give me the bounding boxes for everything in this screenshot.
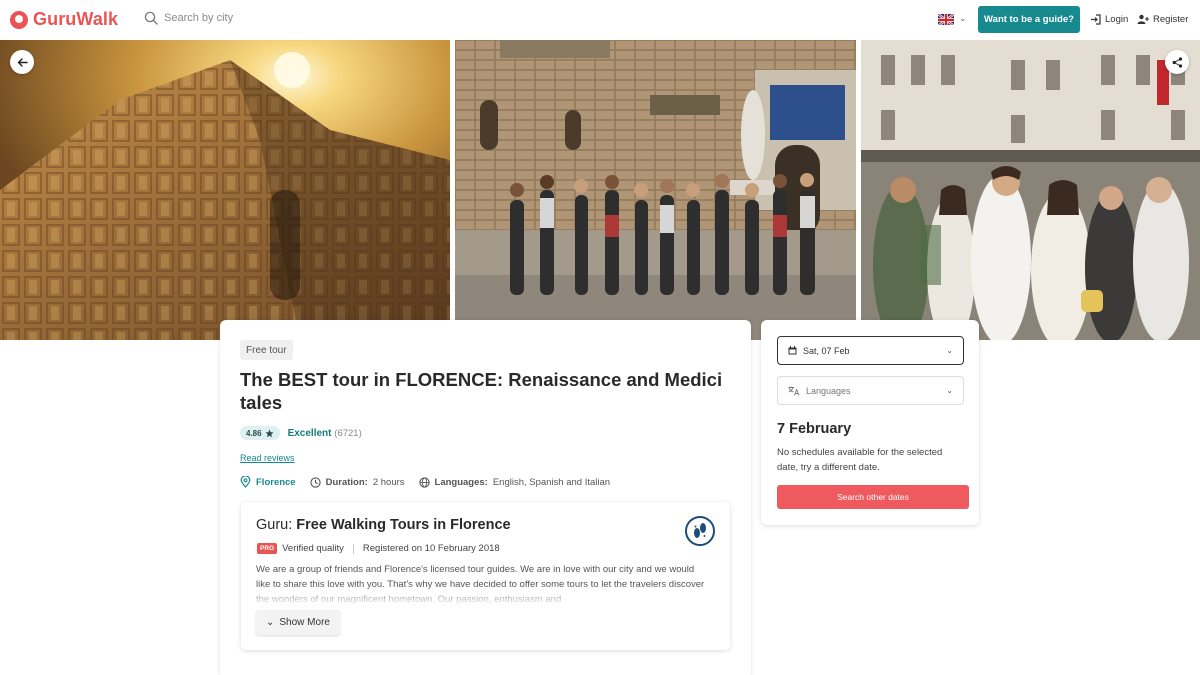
login-link[interactable]: Login	[1090, 14, 1128, 25]
rating-label: Excellent (6721)	[288, 428, 362, 439]
show-more-button[interactable]: ⌄ Show More	[256, 610, 340, 635]
share-icon	[1172, 56, 1182, 68]
booking-card: Sat, 07 Feb ⌄ Languages ⌄ 7 February No …	[761, 320, 979, 525]
no-schedule-message: No schedules available for the selected …	[777, 447, 943, 473]
rating-value: 4.86	[246, 428, 262, 438]
meta-languages: Languages: English, Spanish and Italian	[418, 476, 611, 488]
rating-word: Excellent	[287, 427, 332, 439]
login-label: Login	[1105, 14, 1129, 25]
footprint-icon	[694, 523, 706, 538]
selected-date-heading: 7 February	[777, 421, 852, 437]
duration-value: 2 hours	[372, 476, 405, 488]
register-label: Register	[1153, 14, 1189, 25]
logo-pin-icon	[10, 10, 28, 29]
date-picker[interactable]: Sat, 07 Feb ⌄	[777, 336, 964, 365]
calendar-icon	[788, 346, 797, 355]
location-pin-icon	[240, 476, 251, 488]
guruwalk-logo[interactable]: GuruWalk	[10, 9, 118, 30]
chevron-down-icon: ⌄	[946, 346, 953, 355]
date-value: Sat, 07 Feb	[803, 345, 850, 356]
guru-prefix: Guru:	[256, 517, 293, 533]
rating-row: 4.86 Excellent (6721)	[240, 426, 362, 440]
tour-title: The BEST tour in FLORENCE: Renaissance a…	[240, 369, 723, 413]
show-more-label: Show More	[279, 617, 330, 628]
logo-text: GuruWalk	[33, 9, 119, 29]
city-label: Florence	[256, 476, 296, 488]
search-icon	[144, 11, 158, 25]
clock-icon	[309, 476, 321, 488]
add-user-icon	[1137, 14, 1149, 24]
read-reviews-link[interactable]: Read reviews	[240, 453, 295, 463]
uk-flag-icon[interactable]	[938, 13, 954, 25]
guru-meta: PRO Verified quality Registered on 10 Fe…	[257, 543, 500, 554]
divider	[352, 543, 354, 554]
tour-info-card: Free tour The BEST tour in FLORENCE: Ren…	[220, 320, 751, 675]
city-search[interactable]: Search by city	[144, 11, 233, 25]
languages-value: English, Spanish and Italian	[492, 476, 611, 488]
chevron-down-icon: ⌄	[946, 386, 953, 395]
pro-badge: PRO	[257, 543, 278, 554]
meta-city[interactable]: Florence	[240, 476, 296, 488]
guru-title: Guru: Free Walking Tours in Florence	[256, 517, 511, 533]
photo-gallery	[0, 40, 1200, 340]
guru-name[interactable]: Free Walking Tours in Florence	[296, 517, 510, 533]
chevron-down-icon: ⌄	[266, 617, 275, 628]
verified-label: Verified quality	[282, 543, 344, 554]
guru-description: We are a group of friends and Florence's…	[256, 562, 711, 607]
star-icon	[265, 429, 274, 437]
top-navbar: GuruWalk Search by city ⌄ Want to be a g…	[0, 0, 1200, 40]
language-chevron-down-icon[interactable]: ⌄	[959, 13, 967, 24]
globe-icon	[418, 476, 430, 488]
share-button[interactable]	[1165, 50, 1189, 74]
registered-date: Registered on 10 February 2018	[362, 543, 500, 554]
arrow-left-icon	[17, 57, 28, 67]
register-link[interactable]: Register	[1137, 14, 1188, 25]
languages-placeholder: Languages	[806, 385, 851, 396]
rating-count: (6721)	[334, 427, 362, 439]
gallery-photo-group-square[interactable]	[861, 40, 1200, 340]
tour-meta-row: Florence Duration: 2 hours Languages: En…	[240, 476, 610, 488]
gallery-photo-group-statue[interactable]	[455, 40, 856, 340]
language-select[interactable]: Languages ⌄	[777, 376, 964, 405]
translate-icon	[788, 386, 800, 396]
guru-card: Guru: Free Walking Tours in Florence PRO…	[241, 502, 730, 650]
back-button[interactable]	[10, 50, 34, 74]
search-other-dates-button[interactable]: Search other dates	[777, 485, 969, 509]
guru-avatar[interactable]	[685, 516, 715, 546]
search-placeholder: Search by city	[164, 12, 234, 24]
rating-badge: 4.86	[240, 426, 280, 440]
free-tour-tag: Free tour	[240, 340, 293, 360]
duration-key: Duration:	[325, 476, 368, 488]
login-icon	[1091, 14, 1101, 25]
want-to-be-guide-button[interactable]: Want to be a guide?	[978, 6, 1080, 33]
languages-key: Languages:	[434, 476, 488, 488]
meta-duration: Duration: 2 hours	[309, 476, 405, 488]
gallery-photo-cathedral[interactable]	[0, 40, 450, 340]
